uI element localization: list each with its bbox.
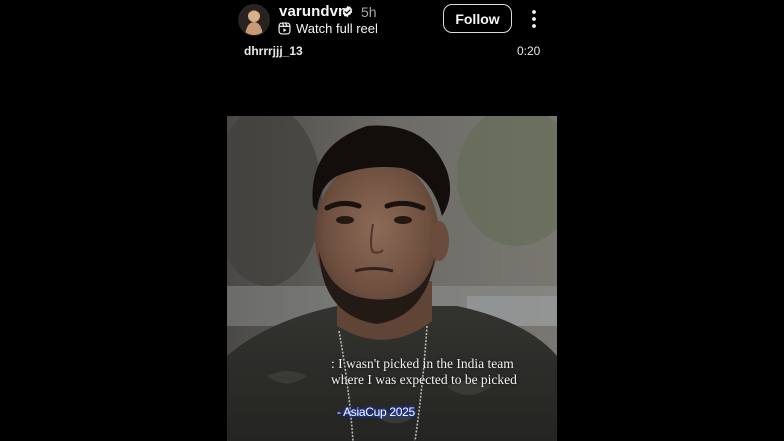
username-link[interactable]: varundvn bbox=[279, 3, 347, 20]
post-timestamp: 5h bbox=[361, 4, 377, 20]
reel-audio-username[interactable]: dhrrrjjj_13 bbox=[244, 44, 303, 58]
reel-video[interactable]: : I wasn't picked in the India team wher… bbox=[227, 116, 557, 441]
more-options-icon[interactable] bbox=[527, 9, 541, 29]
verified-badge-icon bbox=[342, 5, 353, 18]
video-tagline: - AsiaCup 2025 bbox=[337, 405, 415, 419]
reels-icon bbox=[278, 22, 291, 35]
video-duration: 0:20 bbox=[517, 44, 541, 58]
video-frame-image bbox=[227, 116, 557, 441]
follow-button[interactable]: Follow bbox=[443, 4, 512, 33]
caption-line: : I wasn't picked in the India team bbox=[331, 356, 514, 371]
video-caption: : I wasn't picked in the India team wher… bbox=[331, 356, 553, 388]
profile-avatar[interactable] bbox=[238, 4, 270, 36]
instagram-post: varundvn 5h Watch full reel Follow dhrrr… bbox=[0, 0, 784, 441]
watch-full-reel-link[interactable]: Watch full reel bbox=[296, 21, 378, 36]
caption-line: where I was expected to be picked bbox=[331, 372, 517, 387]
